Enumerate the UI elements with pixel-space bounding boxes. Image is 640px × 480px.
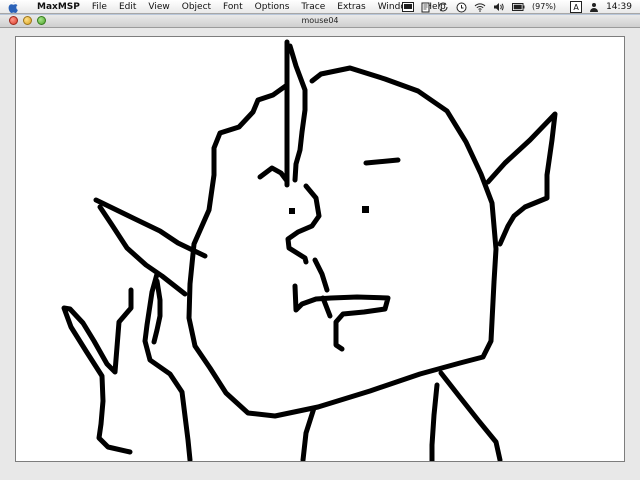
menu-app-name[interactable]: MaxMSP	[33, 0, 86, 14]
menu-edit[interactable]: Edit	[113, 0, 142, 14]
neck-right	[438, 370, 503, 461]
time-machine-icon[interactable]	[456, 1, 467, 13]
user-icon[interactable]	[589, 1, 599, 13]
window-title: mouse04	[301, 16, 339, 25]
menu-left: MaxMSP File Edit View Object Font Option…	[8, 0, 452, 14]
menu-trace[interactable]: Trace	[295, 0, 331, 14]
neck-center	[300, 405, 317, 461]
right-eye	[362, 206, 369, 213]
volume-icon[interactable]	[493, 1, 505, 13]
battery-percentage: (97%)	[532, 2, 557, 11]
sketch-layer	[61, 39, 558, 461]
sync-icon[interactable]	[437, 1, 449, 13]
window-titlebar[interactable]: mouse04	[0, 15, 640, 28]
battery-icon[interactable]	[512, 1, 525, 13]
wifi-icon[interactable]	[474, 1, 486, 13]
right-eyebrow	[363, 157, 401, 166]
menu-file[interactable]: File	[86, 0, 113, 14]
input-method-badge[interactable]: A	[570, 1, 583, 13]
menu-view[interactable]: View	[142, 0, 175, 14]
left-eyebrow-stroke	[257, 165, 290, 184]
menu-font[interactable]: Font	[217, 0, 249, 14]
clock[interactable]: 14:39	[606, 0, 632, 14]
menu-extras[interactable]: Extras	[331, 0, 371, 14]
nose	[285, 183, 322, 265]
menu-options[interactable]: Options	[249, 0, 296, 14]
drawing-canvas[interactable]	[15, 36, 625, 462]
mouth-side	[312, 257, 330, 293]
left-eye	[289, 208, 295, 214]
menu-object[interactable]: Object	[176, 0, 217, 14]
apple-logo-icon[interactable]	[8, 1, 18, 13]
menu-bar: MaxMSP File Edit View Object Font Option…	[0, 0, 640, 14]
head-outline	[186, 65, 499, 419]
neck-left	[429, 382, 440, 461]
status-area: (97%) A 14:39	[402, 0, 632, 14]
center-line-2	[287, 43, 308, 183]
mouth	[292, 283, 391, 352]
hand-left	[61, 287, 134, 455]
hand	[142, 271, 193, 461]
right-ear	[485, 111, 558, 247]
dock-menu-icon[interactable]	[402, 1, 415, 13]
script-menu-icon[interactable]	[421, 1, 430, 13]
mouth-corner	[320, 295, 333, 319]
